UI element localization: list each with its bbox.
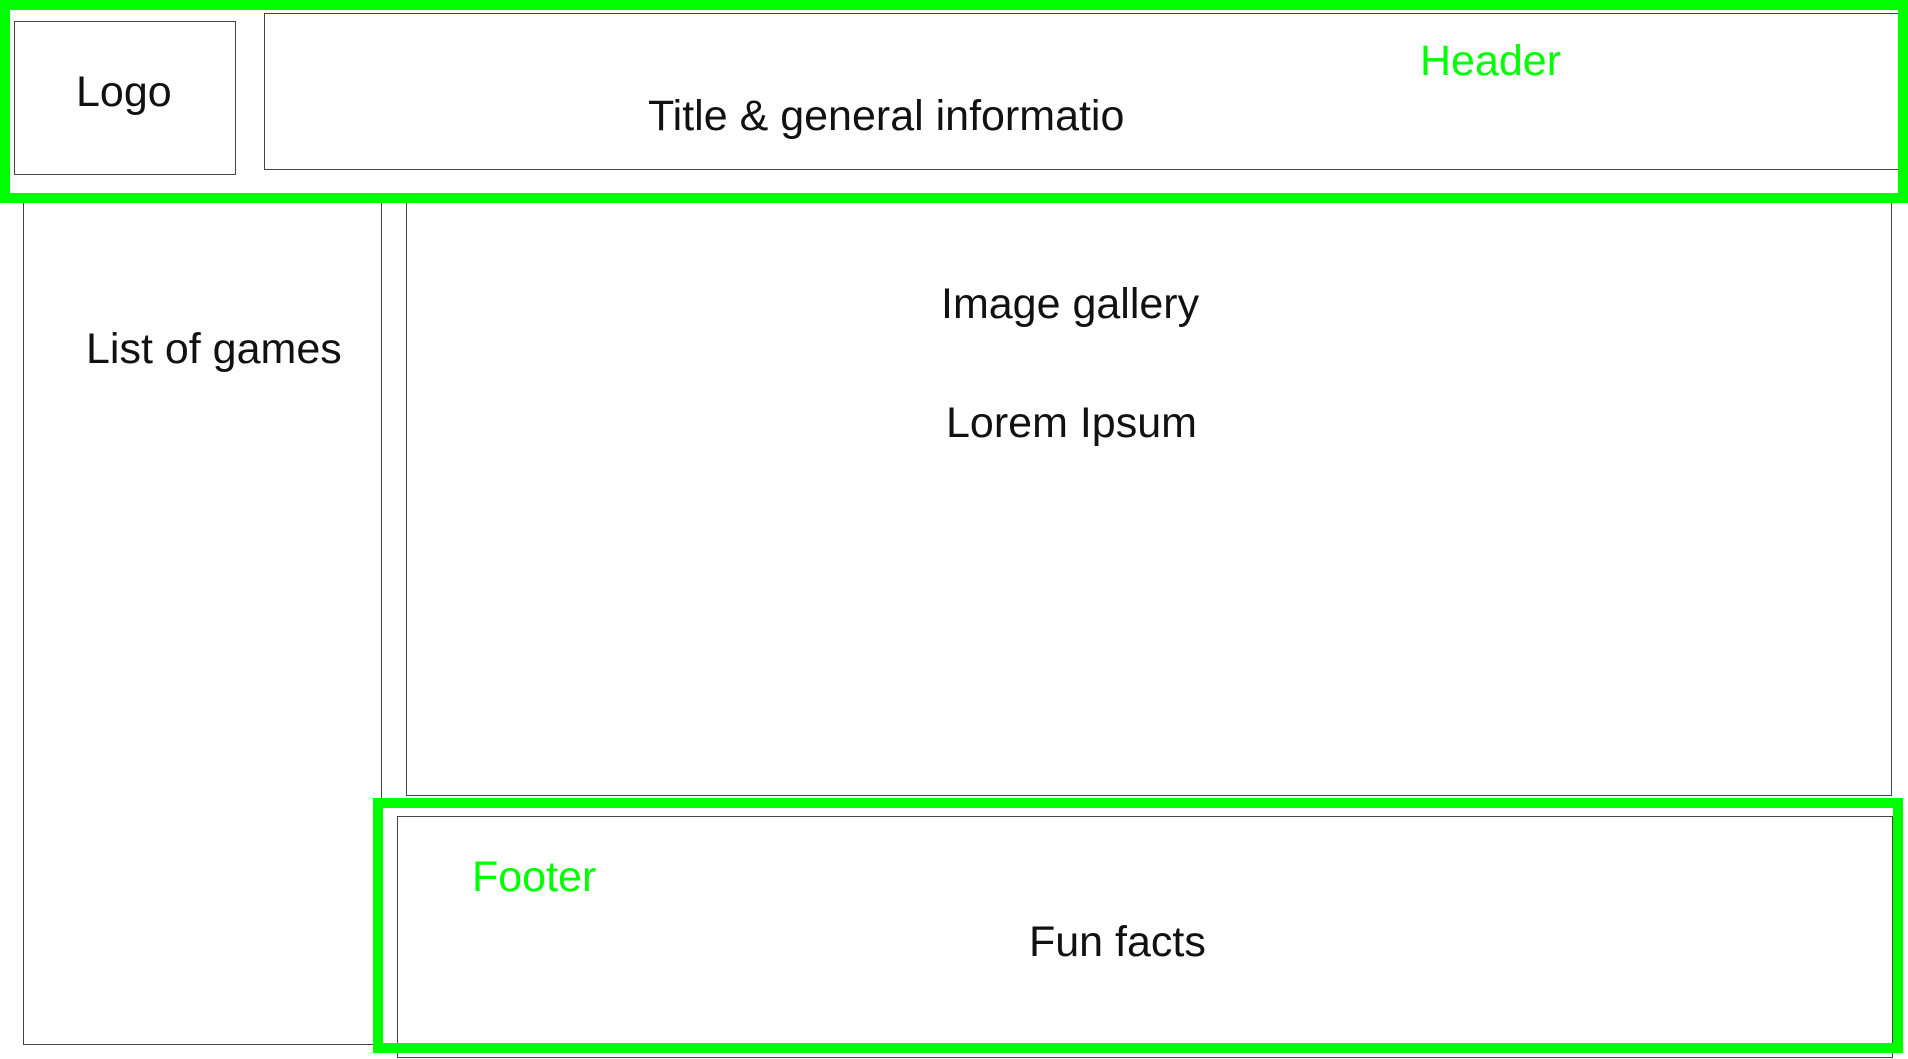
logo-label: Logo	[76, 68, 172, 116]
lorem-ipsum-label: Lorem Ipsum	[946, 399, 1197, 447]
games-list-box	[23, 195, 382, 1045]
fun-facts-label: Fun facts	[1029, 918, 1206, 966]
image-gallery-label: Image gallery	[941, 280, 1200, 328]
header-annotation-label: Header	[1420, 37, 1562, 85]
title-info-label: Title & general informatio	[648, 92, 1125, 140]
footer-annotation-label: Footer	[472, 853, 597, 901]
games-list-label: List of games	[86, 325, 342, 373]
